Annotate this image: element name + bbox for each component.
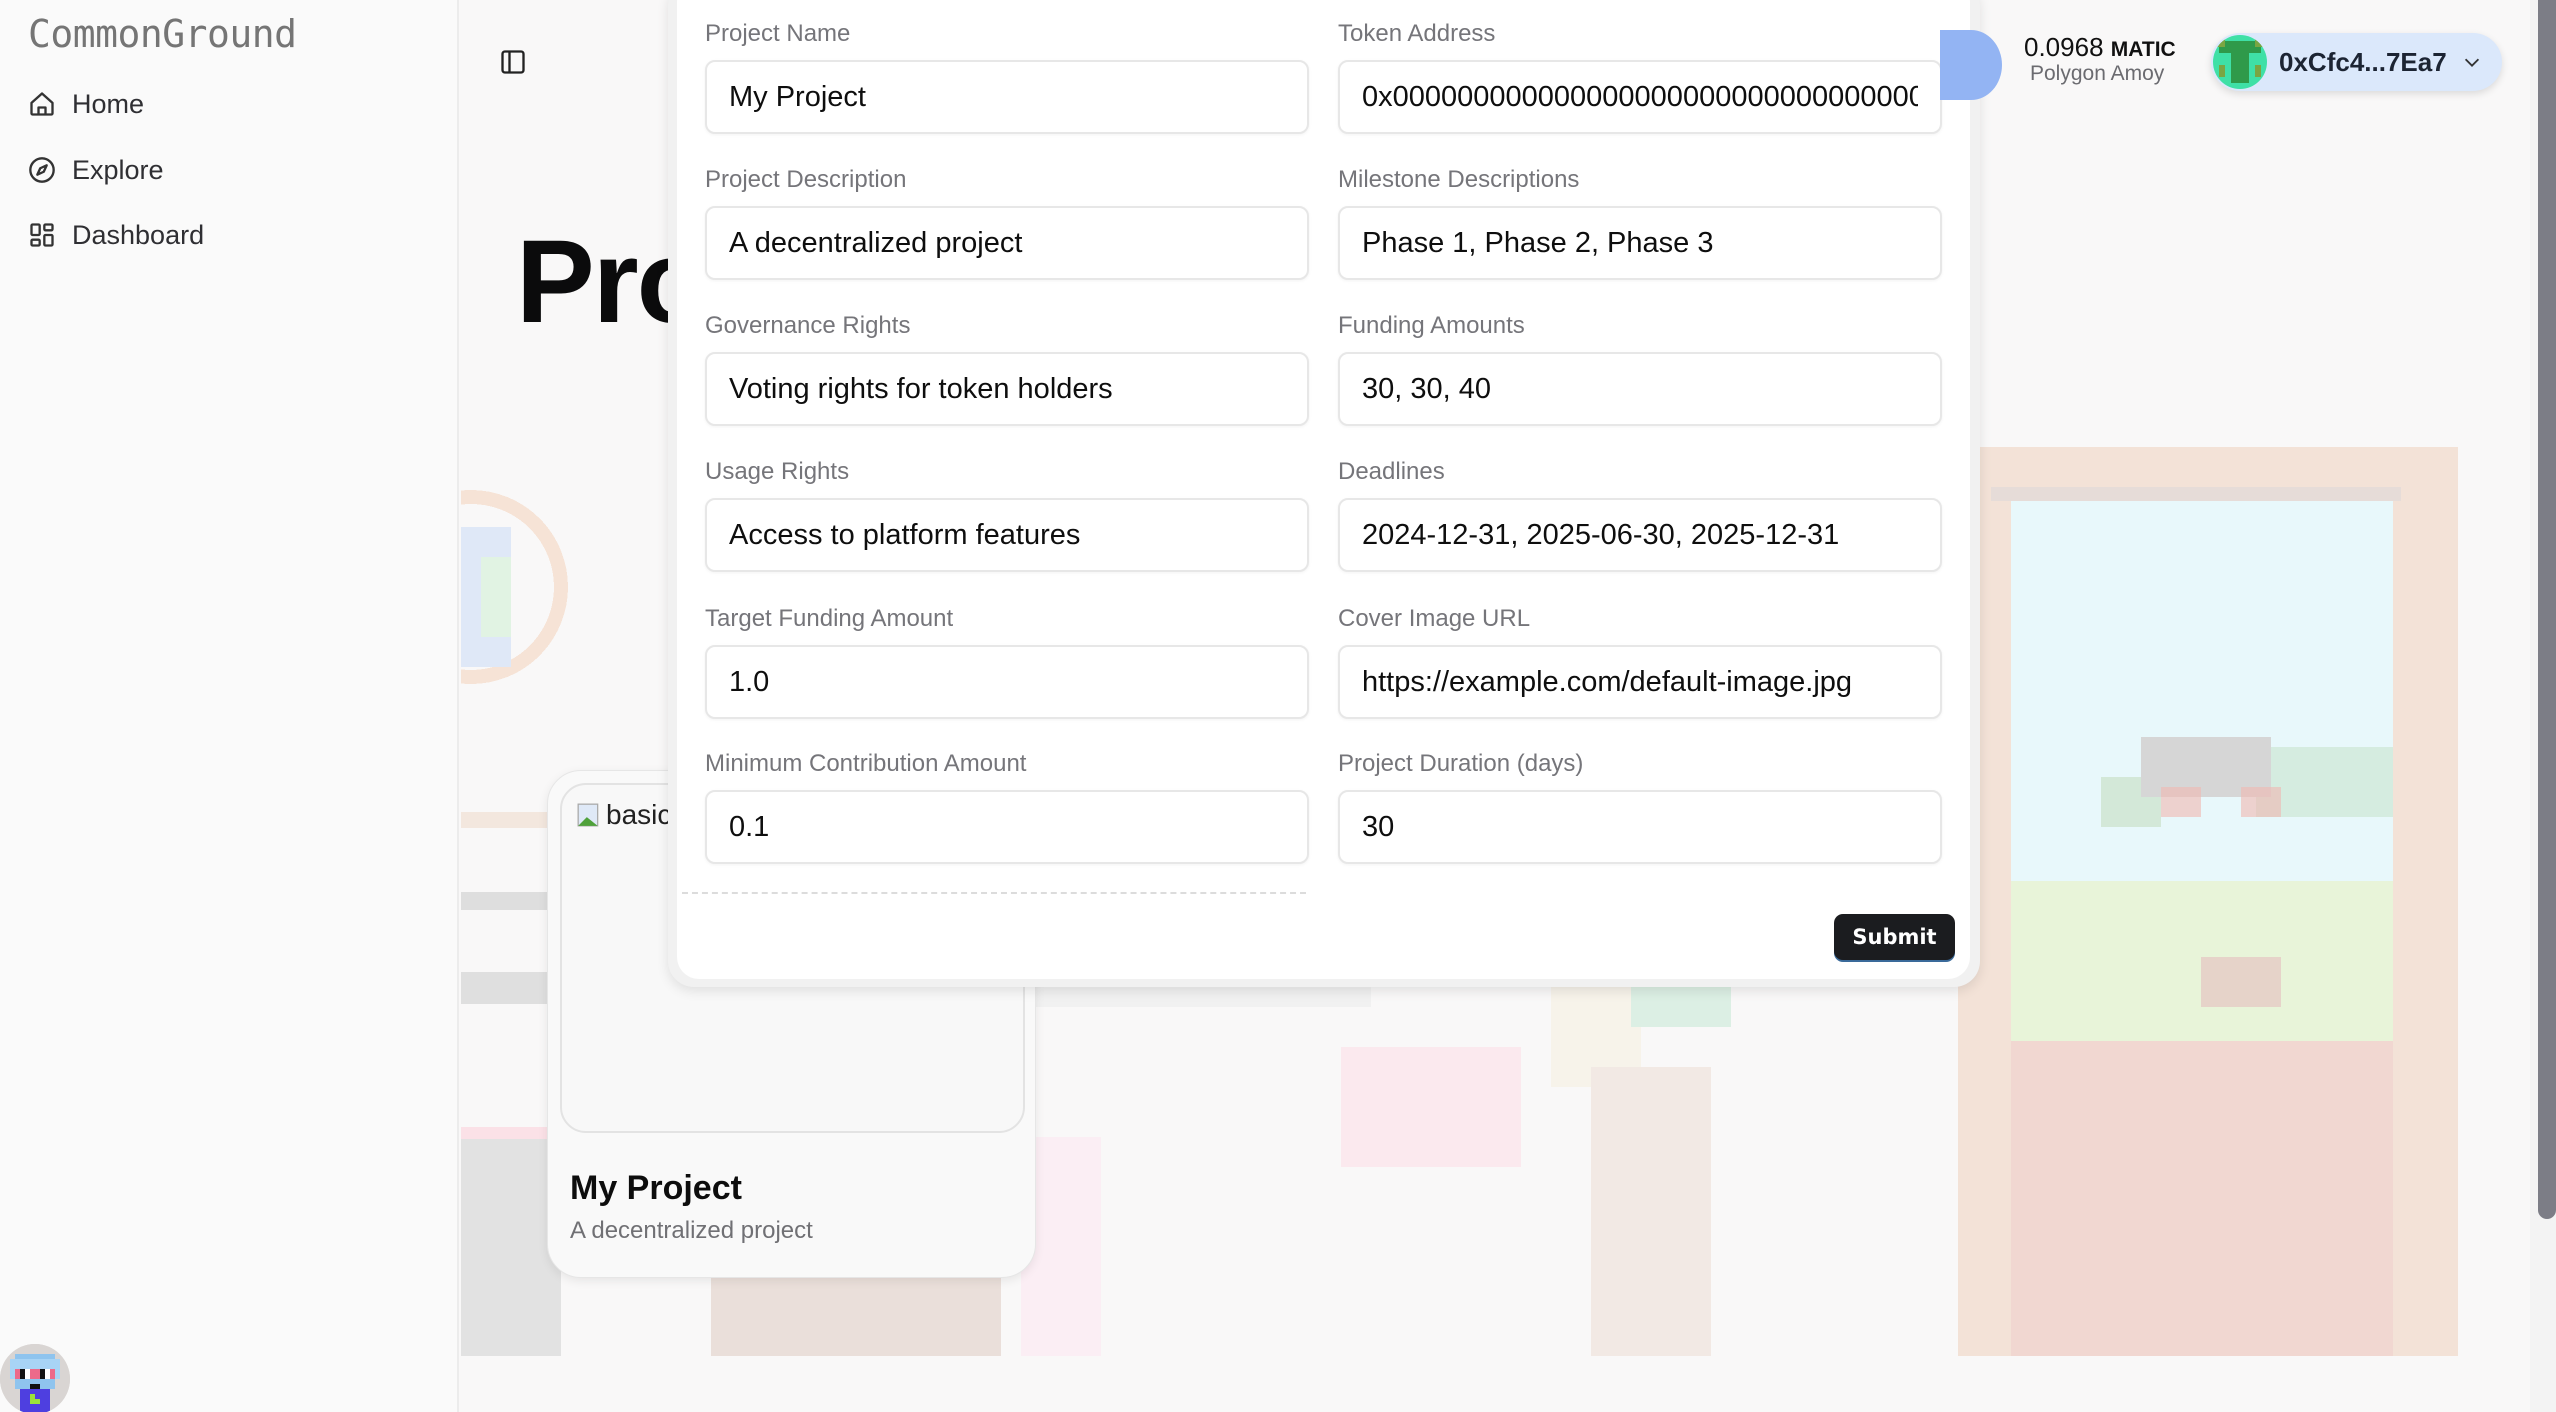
milestone-descriptions-label: Milestone Descriptions xyxy=(1338,166,1580,193)
broken-image-icon xyxy=(577,803,599,827)
project-card-description: A decentralized project xyxy=(570,1217,813,1244)
milestone-descriptions-input[interactable] xyxy=(1338,206,1942,280)
sidebar-item-label: Dashboard xyxy=(72,219,205,250)
sidebar-item-dashboard[interactable]: Dashboard xyxy=(28,211,204,259)
cover-image-url-label: Cover Image URL xyxy=(1338,605,1531,632)
usage-rights-label: Usage Rights xyxy=(705,458,850,485)
target-funding-label: Target Funding Amount xyxy=(705,605,954,632)
network-indicator[interactable] xyxy=(1940,30,2002,100)
minimum-contribution-label: Minimum Contribution Amount xyxy=(705,750,1027,777)
user-avatar[interactable] xyxy=(0,1344,70,1412)
sidebar-toggle-icon[interactable] xyxy=(499,48,527,76)
sidebar-item-home[interactable]: Home xyxy=(28,80,144,128)
project-description-input[interactable] xyxy=(705,206,1309,280)
balance-amount: 0.0968 xyxy=(2024,32,2104,62)
app-logo[interactable]: CommonGround xyxy=(28,12,297,56)
project-duration-input[interactable] xyxy=(1338,790,1942,864)
form-divider xyxy=(682,892,1306,894)
deadlines-input[interactable] xyxy=(1338,498,1942,572)
project-duration-label: Project Duration (days) xyxy=(1338,750,1584,777)
token-address-label: Token Address xyxy=(1338,20,1496,47)
balance-unit: MATIC xyxy=(2110,38,2176,61)
usage-rights-input[interactable] xyxy=(705,498,1309,572)
project-name-input[interactable] xyxy=(705,60,1309,134)
token-address-input[interactable] xyxy=(1338,60,1942,134)
pixel-avatar-icon xyxy=(0,1344,70,1412)
wallet-account-button[interactable]: 0xCfc4...7Ea7 xyxy=(2211,33,2502,91)
sidebar-item-label: Home xyxy=(72,88,145,119)
wallet-avatar-icon xyxy=(2213,35,2267,89)
sidebar-item-label: Explore xyxy=(72,154,164,185)
deadlines-label: Deadlines xyxy=(1338,458,1445,485)
sidebar: CommonGround Home Explore Dashboard xyxy=(0,0,459,1412)
project-name-label: Project Name xyxy=(705,20,851,47)
governance-rights-input[interactable] xyxy=(705,352,1309,426)
dashboard-grid-icon xyxy=(30,223,54,247)
funding-amounts-input[interactable] xyxy=(1338,352,1942,426)
funding-amounts-label: Funding Amounts xyxy=(1338,312,1525,339)
compass-icon xyxy=(29,157,55,183)
submit-button[interactable]: Submit xyxy=(1834,914,1955,960)
app-root: CommonGround Home Explore Dashboard Pro … xyxy=(0,0,2556,1412)
project-description-label: Project Description xyxy=(705,166,907,193)
minimum-contribution-input[interactable] xyxy=(705,790,1309,864)
scrollbar-thumb[interactable] xyxy=(2538,0,2556,1219)
wallet-balance: 0.0968 MATIC xyxy=(2024,32,2176,63)
project-card-title: My Project xyxy=(570,1169,742,1207)
target-funding-input[interactable] xyxy=(705,645,1309,719)
chevron-down-icon xyxy=(2464,58,2479,67)
governance-rights-label: Governance Rights xyxy=(705,312,911,339)
cover-image-url-input[interactable] xyxy=(1338,645,1942,719)
sidebar-item-explore[interactable]: Explore xyxy=(28,146,164,194)
broken-image: basic- xyxy=(576,799,681,831)
wallet-address: 0xCfc4...7Ea7 xyxy=(2279,46,2447,77)
network-name: Polygon Amoy xyxy=(2030,62,2165,85)
home-icon xyxy=(30,92,54,116)
